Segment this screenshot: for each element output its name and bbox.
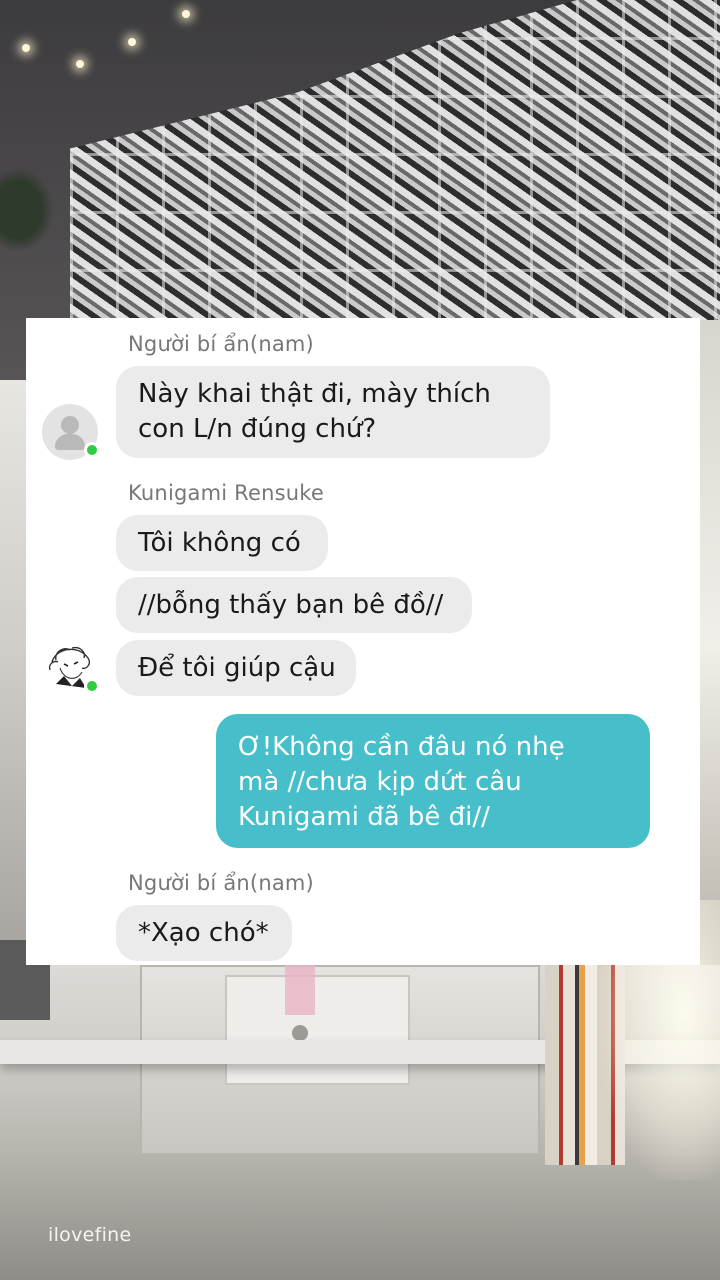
plant	[0, 160, 60, 260]
sender-name: Người bí ẩn(nam)	[128, 332, 314, 356]
avatar[interactable]	[42, 640, 100, 696]
fairy-light	[76, 60, 84, 68]
fairy-light	[128, 38, 136, 46]
chat-screenshot: Người bí ẩn(nam) Này khai thật đi, mày t…	[26, 318, 700, 965]
drawer	[225, 975, 410, 1085]
wall-edge-right	[700, 320, 720, 965]
message-text: mà //chưa kịp dứt câu	[238, 767, 522, 797]
sender-name: Người bí ẩn(nam)	[128, 871, 314, 895]
avatar[interactable]	[42, 404, 100, 460]
drawer-knob	[292, 1025, 308, 1041]
message-bubble-incoming[interactable]: //bỗng thấy bạn bê đồ//	[116, 577, 472, 633]
message-bubble-outgoing[interactable]: Ơ!Không cần đâu nó nhẹ mà //chưa kịp dứt…	[216, 714, 650, 848]
sender-name: Kunigami Rensuke	[128, 481, 325, 505]
message-text: Này khai thật đi, mày thích	[138, 379, 491, 409]
fairy-light	[22, 44, 30, 52]
message-bubble-incoming[interactable]: Để tôi giúp cậu	[116, 640, 356, 696]
message-bubble-incoming[interactable]: Tôi không có	[116, 515, 328, 571]
message-bubble-incoming[interactable]: Này khai thật đi, mày thích con L/n đúng…	[116, 366, 550, 458]
pink-note	[285, 965, 315, 1015]
message-bubble-incoming[interactable]: *Xạo chó*	[116, 905, 292, 961]
online-status-icon	[84, 678, 100, 694]
message-text: Kunigami đã bê đi//	[238, 802, 490, 832]
message-text: con L/n đúng chứ?	[138, 414, 377, 444]
wall-edge-left	[0, 380, 26, 940]
message-text: Ơ!Không cần đâu nó nhẹ	[238, 732, 565, 762]
watermark: ilovefine	[48, 1224, 132, 1246]
fairy-light	[182, 10, 190, 18]
online-status-icon	[84, 442, 100, 458]
